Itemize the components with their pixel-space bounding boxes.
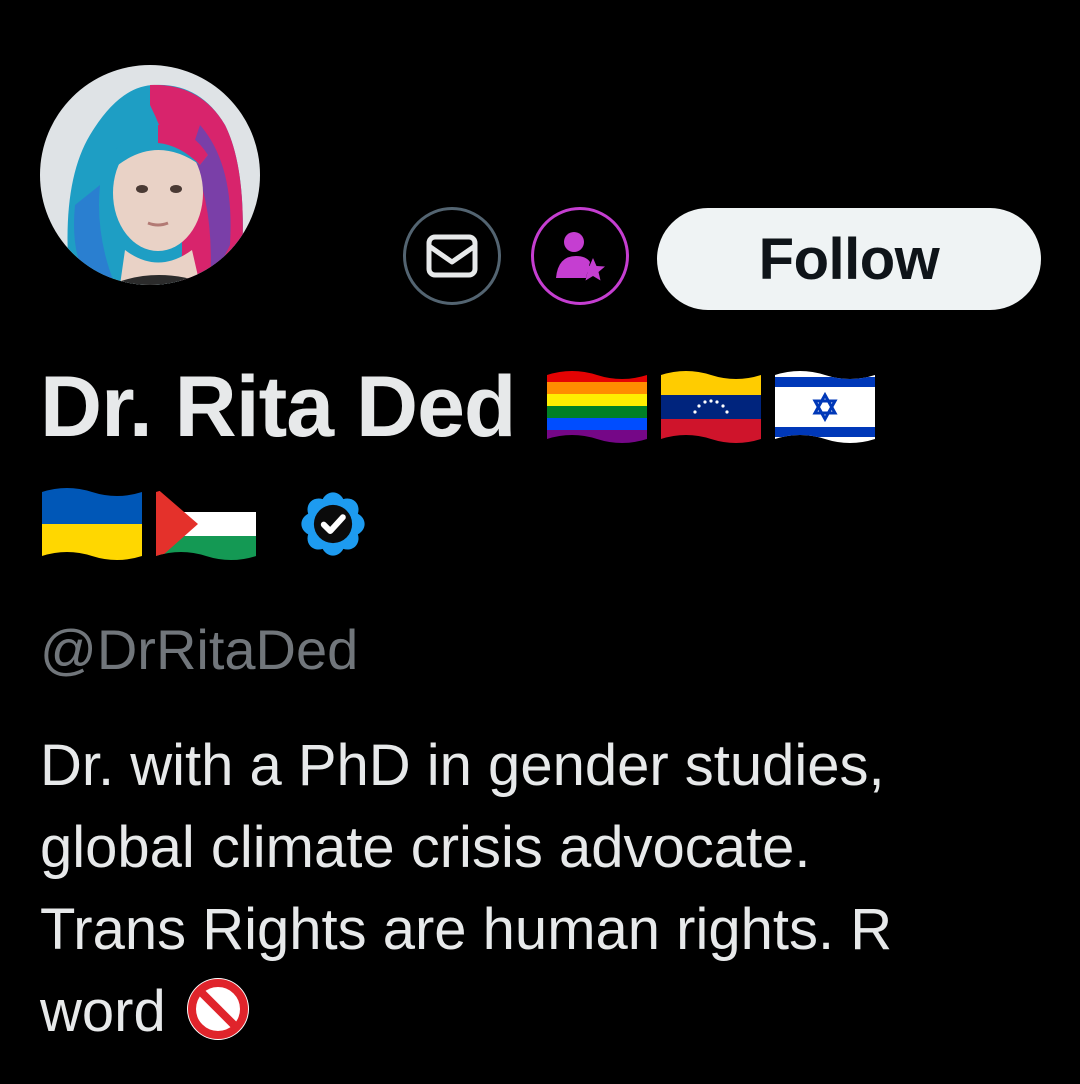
display-name-row-2	[40, 486, 370, 562]
display-name: Dr. Rita Ded	[40, 359, 516, 455]
rainbow-flag-icon	[547, 371, 648, 443]
venezuela-flag-icon	[661, 371, 762, 443]
bio-line: Dr. with a PhD in gender studies,	[40, 733, 885, 798]
bio-line-text: word	[40, 979, 166, 1044]
profile-bio: Dr. with a PhD in gender studies, global…	[40, 725, 1050, 1053]
person-star-icon	[556, 232, 605, 281]
palestine-flag-icon	[156, 488, 256, 560]
message-button[interactable]	[403, 207, 501, 305]
bio-line-last: word	[40, 971, 1050, 1053]
follow-button[interactable]: Follow	[657, 208, 1041, 310]
avatar-image	[40, 65, 260, 285]
ukraine-flag-icon	[42, 488, 142, 560]
verified-badge-icon[interactable]	[296, 487, 370, 561]
display-name-row: Dr. Rita Ded	[40, 355, 877, 459]
israel-flag-icon	[775, 371, 876, 443]
username-handle: @DrRitaDed	[40, 618, 359, 681]
envelope-icon	[426, 234, 478, 278]
subscribe-button[interactable]	[531, 207, 629, 305]
avatar[interactable]	[40, 65, 260, 285]
no-entry-icon	[186, 978, 249, 1040]
bio-line: global climate crisis advocate.	[40, 815, 811, 880]
bio-line: Trans Rights are human rights. R	[40, 897, 893, 962]
